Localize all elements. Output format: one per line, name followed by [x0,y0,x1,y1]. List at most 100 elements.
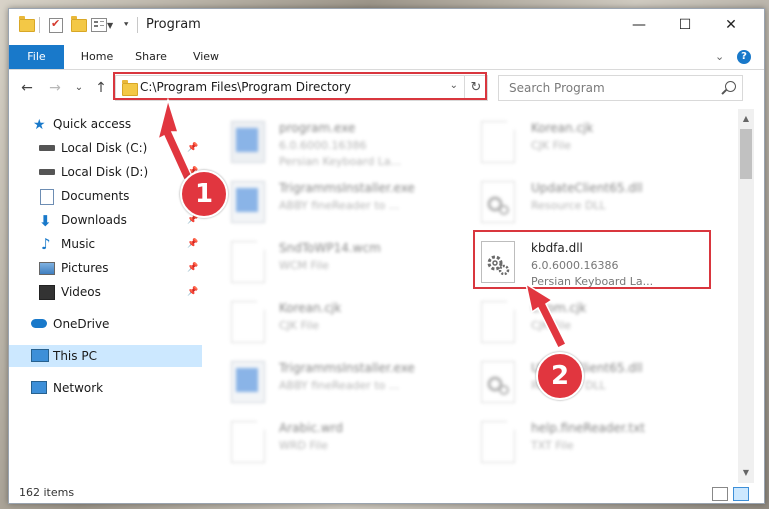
step-badge-2: 2 [536,352,584,400]
search-placeholder: Search Program [509,81,605,95]
quick-access-folder-icon[interactable] [19,15,35,33]
tab-file[interactable]: File [9,45,64,69]
file-tile[interactable]: Korean.cjk CJK File [471,115,711,171]
back-arrow-icon[interactable]: ← [17,79,37,97]
scroll-up-arrow-icon[interactable]: ▲ [738,111,754,127]
file-type: TXT File [531,439,574,452]
sidebar-item-local-disk-c[interactable]: Local Disk (C:) 📌 [9,137,202,159]
file-description: ABBY fineReader to ... [279,379,400,392]
file-tile[interactable]: TrigrammsInstaller.exe ABBY fineReader t… [221,175,461,231]
navigation-pane: ★ Quick access Local Disk (C:) 📌 Local D… [9,109,202,483]
sidebar-item-downloads[interactable]: ⬇ Downloads 📌 [9,209,202,231]
file-type: CJK File [531,319,572,332]
tab-share[interactable]: Share [127,45,175,69]
file-type: CJK File [531,139,572,152]
pin-icon[interactable]: 📌 [187,143,198,153]
sidebar-item-videos[interactable]: Videos 📌 [9,281,202,303]
new-folder-icon[interactable] [71,15,87,33]
file-description: Persian Keyboard La... [279,155,402,168]
file-tile[interactable]: UpdateClient65.dll Resource DLL [471,175,711,231]
file-name: help.fineReader.txt [531,421,645,435]
sidebar-item-label: Pictures [61,261,109,275]
sidebar-item-label: Quick access [53,117,132,131]
documents-icon [40,189,54,205]
sidebar-item-pictures[interactable]: Pictures 📌 [9,257,202,279]
vertical-scrollbar[interactable]: ▲ ▼ [738,109,754,483]
file-tile[interactable]: help.fineReader.txt TXT File [471,415,711,471]
sidebar-item-documents[interactable]: Documents 📌 [9,185,202,207]
file-description: ABBY fineReader to ... [279,199,400,212]
app-icon [231,361,265,403]
file-name: program.exe [279,121,356,135]
dll-icon [481,361,515,403]
separator [39,17,40,33]
sidebar-item-onedrive[interactable]: OneDrive [9,313,202,335]
pin-icon[interactable]: 📌 [187,239,198,249]
drive-icon [39,145,55,151]
close-button[interactable]: ✕ [708,9,754,41]
sidebar-item-label: Network [53,381,104,395]
app-icon [231,181,265,223]
help-icon[interactable]: ? [737,50,751,64]
file-tile[interactable]: TrigrammsInstaller.exe ABBY fineReader t… [221,355,461,411]
sidebar-item-this-pc[interactable]: This PC [9,345,202,367]
file-type: WCM File [279,259,329,272]
drive-icon [39,169,55,175]
file-tile[interactable]: program.exe 6.0.6000.16386 Persian Keybo… [221,115,461,171]
kbdfa-file-highlight [473,230,711,289]
pin-icon[interactable]: 📌 [187,263,198,273]
pictures-icon [39,262,55,275]
expand-ribbon-chevron-icon[interactable]: ⌄ [715,50,724,63]
search-input[interactable]: Search Program [498,75,743,101]
properties-check-icon[interactable] [49,17,63,33]
status-bar: 162 items [9,483,764,503]
file-version: 6.0.6000.16386 [279,139,367,152]
customize-toolbar-icon[interactable]: ⯆ [123,17,129,33]
file-tile[interactable]: CKom.cjk CJK File [471,295,711,351]
sidebar-item-label: Documents [61,189,130,203]
separator [137,17,138,33]
maximize-button[interactable]: ☐ [662,9,708,41]
file-name: UpdateClient65.dll [531,181,643,195]
music-icon: ♪ [41,235,51,253]
ribbon-tabs: File Home Share View ⌄ ? [9,45,764,70]
minimize-button[interactable]: — [616,9,662,41]
sidebar-item-label: Music [61,237,96,251]
search-icon[interactable] [725,81,736,92]
tab-home[interactable]: Home [71,45,123,69]
large-icons-view-icon[interactable] [733,487,749,501]
scroll-down-arrow-icon[interactable]: ▼ [738,465,754,481]
tab-view[interactable]: View [183,45,229,69]
recent-locations-chevron-icon[interactable]: ⌄ [69,79,89,97]
file-tile[interactable]: Korean.cjk CJK File [221,295,461,351]
star-icon: ★ [33,117,46,133]
pin-icon[interactable]: 📌 [187,287,198,297]
details-view-icon[interactable] [712,487,728,501]
sidebar-item-quick-access[interactable]: ★ Quick access [9,113,202,135]
file-tile[interactable]: Arabic.wrd WRD File [221,415,461,471]
sidebar-item-label: Local Disk (D:) [61,165,149,179]
window-title: Program [146,17,201,32]
sidebar-item-label: Videos [61,285,101,299]
file-tile[interactable]: UpdateClient65.dll Resource DLL [471,355,711,411]
sidebar-item-label: OneDrive [53,317,110,331]
document-icon [481,421,515,463]
scrollbar-thumb[interactable] [740,129,752,179]
file-name: CKom.cjk [531,301,587,315]
up-arrow-icon[interactable]: ↑ [91,79,111,97]
properties-icon[interactable] [91,17,107,33]
chevron-down-icon[interactable]: ▼ [107,17,113,33]
title-bar: ▼ ⯆ Program — ☐ ✕ [9,9,764,41]
sidebar-item-label: Local Disk (C:) [61,141,148,155]
sidebar-item-local-disk-d[interactable]: Local Disk (D:) 📌 [9,161,202,183]
videos-icon [39,285,55,300]
sidebar-item-label: This PC [53,349,97,363]
sidebar-item-network[interactable]: Network [9,377,202,399]
file-tile[interactable]: SndToWP14.wcm WCM File [221,235,461,291]
cloud-icon [31,319,47,328]
sidebar-item-music[interactable]: ♪ Music 📌 [9,233,202,255]
file-type: WRD File [279,439,328,452]
forward-arrow-icon[interactable]: → [45,79,65,97]
file-name: Korean.cjk [279,301,342,315]
file-list: program.exe 6.0.6000.16386 Persian Keybo… [217,109,737,483]
